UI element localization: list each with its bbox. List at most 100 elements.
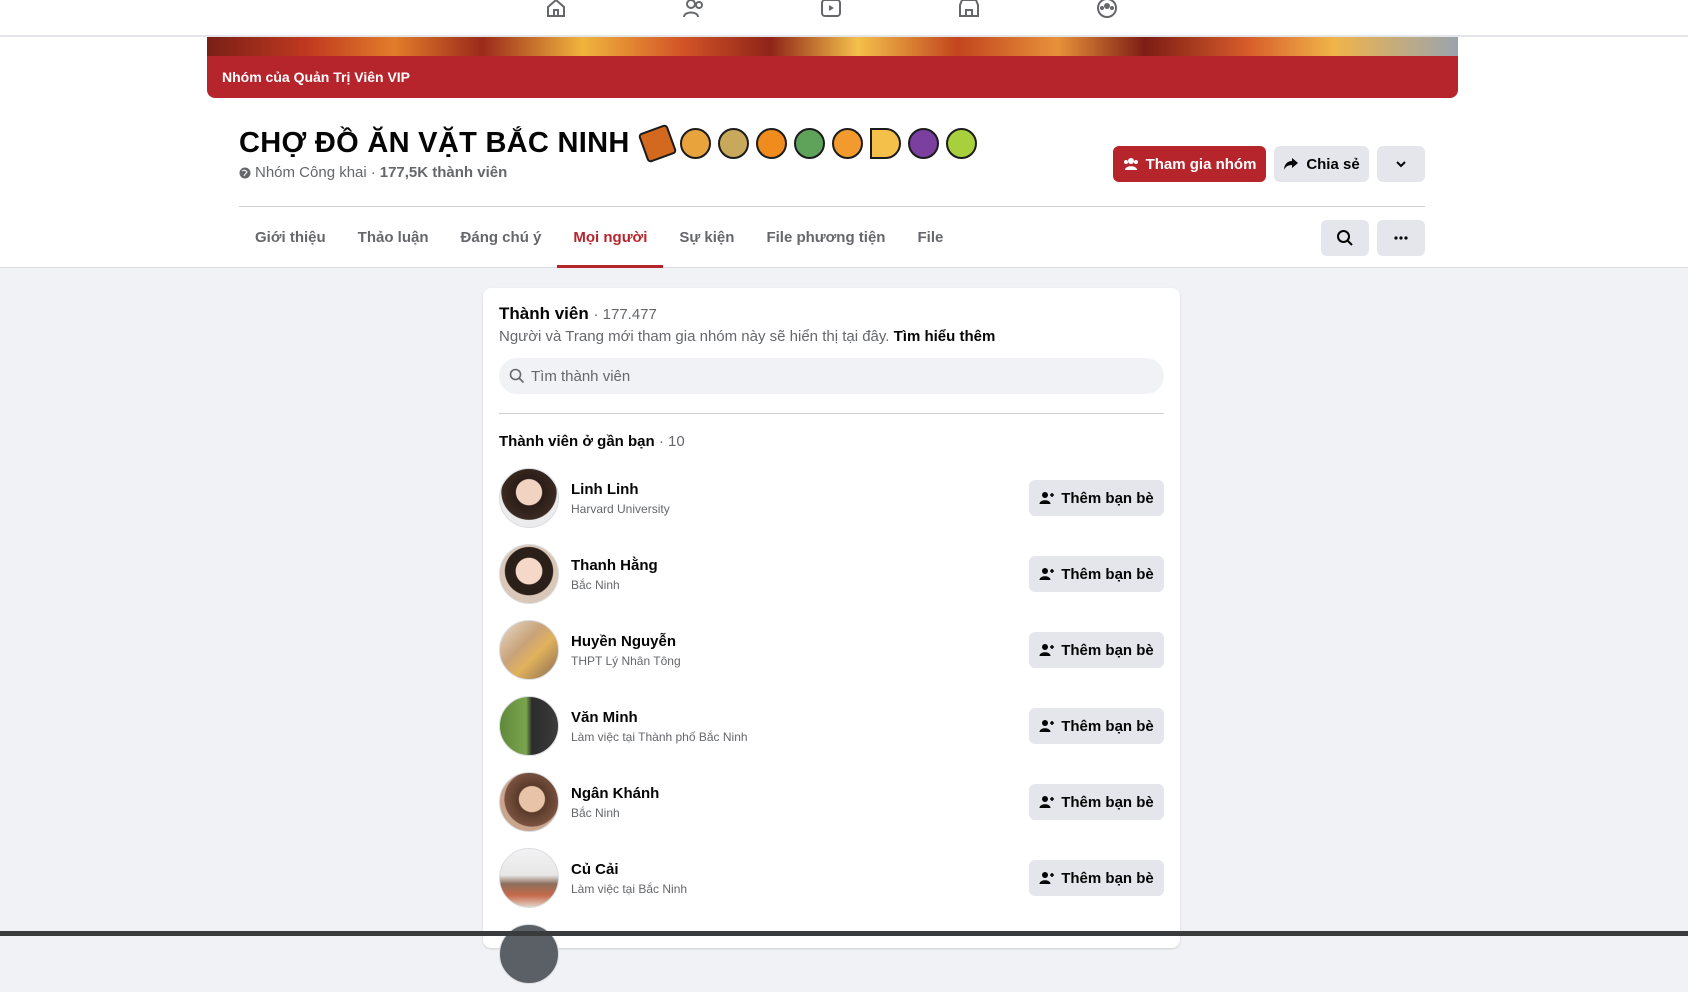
members-count: · 177.477 (593, 306, 657, 323)
add-friend-button[interactable]: Thêm bạn bè (1029, 556, 1164, 592)
member-row: Củ Cải Làm việc tại Bắc Ninh Thêm bạn bè (499, 840, 1164, 916)
tab-files[interactable]: File (901, 207, 959, 268)
member-row: Huyền Nguyễn THPT Lý Nhân Tông Thêm bạn … (499, 612, 1164, 688)
member-row: Ngân Khánh Bắc Ninh Thêm bạn bè (499, 764, 1164, 840)
add-friend-icon (1039, 796, 1055, 808)
member-detail: Làm việc tại Thành phố Bắc Ninh (571, 729, 748, 744)
tab-discussion[interactable]: Thảo luận (342, 207, 445, 268)
member-search-box[interactable] (499, 358, 1164, 394)
member-row: Văn Minh Làm việc tại Thành phố Bắc Ninh… (499, 688, 1164, 764)
vip-group-banner: Nhóm của Quản Trị Viên VIP (207, 56, 1458, 98)
member-name[interactable]: Ngân Khánh (571, 785, 659, 802)
member-row: Linh Linh Harvard University Thêm bạn bè (499, 460, 1164, 536)
food-emoji-row (637, 123, 977, 163)
add-friend-label: Thêm bạn bè (1061, 489, 1154, 507)
more-actions-button[interactable] (1377, 220, 1425, 256)
group-member-count[interactable]: 177,5K thành viên (380, 164, 508, 181)
members-heading: Thành viên · 177.477 (499, 304, 657, 324)
add-friend-button[interactable]: Thêm bạn bè (1029, 784, 1164, 820)
add-friend-label: Thêm bạn bè (1061, 717, 1154, 735)
member-search-input[interactable] (531, 367, 1131, 385)
top-navigation-bar (0, 0, 1688, 36)
add-friend-button[interactable]: Thêm bạn bè (1029, 632, 1164, 668)
pizza-emoji-icon (869, 127, 901, 159)
avatar[interactable] (499, 544, 559, 604)
add-friend-icon (1039, 568, 1055, 580)
curry-emoji-icon (755, 127, 787, 159)
ellipsis-icon (1394, 236, 1408, 240)
add-friend-icon (1039, 720, 1055, 732)
avatar[interactable] (499, 468, 559, 528)
add-friend-icon (1039, 872, 1055, 884)
bacon-emoji-icon (637, 123, 677, 163)
taskbar-edge (0, 931, 1688, 936)
group-title[interactable]: CHỢ ĐỒ ĂN VẶT BẮC NINH (239, 123, 977, 163)
grapes-emoji-icon (907, 127, 939, 159)
avatar[interactable] (499, 620, 559, 680)
globe-icon (239, 167, 251, 178)
chevron-down-icon (1396, 161, 1406, 168)
cover-photo[interactable] (207, 37, 1458, 56)
more-options-dropdown-button[interactable] (1377, 146, 1425, 182)
group-privacy[interactable]: Nhóm Công khai (255, 164, 367, 181)
learn-more-link[interactable]: Tìm hiểu thêm (894, 328, 996, 345)
share-arrow-icon (1284, 158, 1299, 170)
groups-icon[interactable] (1091, 0, 1123, 22)
member-name[interactable]: Củ Cải (571, 861, 687, 878)
taco-emoji-icon (717, 127, 749, 159)
mango-emoji-icon (945, 127, 977, 159)
member-detail: Harvard University (571, 501, 670, 516)
card-divider (499, 413, 1164, 414)
add-friend-icon (1039, 644, 1055, 656)
add-friend-label: Thêm bạn bè (1061, 869, 1154, 887)
group-search-button[interactable] (1321, 220, 1369, 256)
group-tabs: Giới thiệu Thảo luận Đáng chú ý Mọi ngườ… (239, 207, 959, 268)
add-friend-label: Thêm bạn bè (1061, 565, 1154, 583)
add-friend-button[interactable]: Thêm bạn bè (1029, 860, 1164, 896)
home-icon[interactable] (540, 0, 572, 22)
tab-people[interactable]: Mọi người (557, 207, 664, 268)
members-card: Thành viên · 177.477 Người và Trang mới … (483, 288, 1180, 984)
friends-icon[interactable] (678, 0, 710, 22)
member-name[interactable]: Thanh Hằng (571, 557, 658, 574)
tab-events[interactable]: Sự kiện (663, 207, 750, 268)
add-friend-icon (1039, 492, 1055, 504)
vip-group-label: Nhóm của Quản Trị Viên VIP (222, 69, 411, 85)
group-header: Nhóm của Quản Trị Viên VIP CHỢ ĐỒ ĂN VẶT… (0, 37, 1688, 268)
group-members-icon (1123, 158, 1138, 170)
avatar[interactable] (499, 772, 559, 832)
join-group-label: Tham gia nhóm (1145, 155, 1257, 173)
add-friend-button[interactable]: Thêm bạn bè (1029, 480, 1164, 516)
avatar[interactable] (499, 848, 559, 908)
watch-icon[interactable] (815, 0, 847, 22)
share-button[interactable]: Chia sẻ (1274, 146, 1369, 182)
add-friend-button[interactable]: Thêm bạn bè (1029, 708, 1164, 744)
salad-bowl-emoji-icon (793, 127, 825, 159)
members-description: Người và Trang mới tham gia nhóm này sẽ … (499, 328, 995, 345)
tab-media[interactable]: File phương tiện (750, 207, 901, 268)
shrimp-emoji-icon (831, 127, 863, 159)
add-friend-label: Thêm bạn bè (1061, 793, 1154, 811)
member-detail: THPT Lý Nhân Tông (571, 653, 681, 668)
member-row: Thanh Hằng Bắc Ninh Thêm bạn bè (499, 536, 1164, 612)
member-detail: Bắc Ninh (571, 805, 620, 820)
tab-about[interactable]: Giới thiệu (239, 207, 342, 268)
member-detail: Bắc Ninh (571, 577, 620, 592)
member-detail: Làm việc tại Bắc Ninh (571, 881, 688, 896)
member-list: Linh Linh Harvard University Thêm bạn bè… (499, 460, 1164, 992)
member-name[interactable]: Huyền Nguyễn (571, 633, 681, 650)
search-icon (509, 368, 525, 384)
tab-featured[interactable]: Đáng chú ý (445, 207, 558, 268)
marketplace-icon[interactable] (953, 0, 985, 22)
member-row (499, 916, 1164, 992)
group-name: CHỢ ĐỒ ĂN VẶT BẮC NINH (239, 126, 630, 159)
member-name[interactable]: Văn Minh (571, 709, 748, 726)
avatar[interactable] (499, 696, 559, 756)
share-label: Chia sẻ (1306, 155, 1360, 173)
member-name[interactable]: Linh Linh (571, 481, 670, 498)
group-meta: Nhóm Công khai · 177,5K thành viên (239, 164, 507, 181)
members-title: Thành viên (499, 304, 589, 323)
nearby-members-heading: Thành viên ở gần bạn · 10 (499, 433, 685, 450)
join-group-button[interactable]: Tham gia nhóm (1113, 146, 1266, 182)
members-description-text: Người và Trang mới tham gia nhóm này sẽ … (499, 328, 890, 345)
